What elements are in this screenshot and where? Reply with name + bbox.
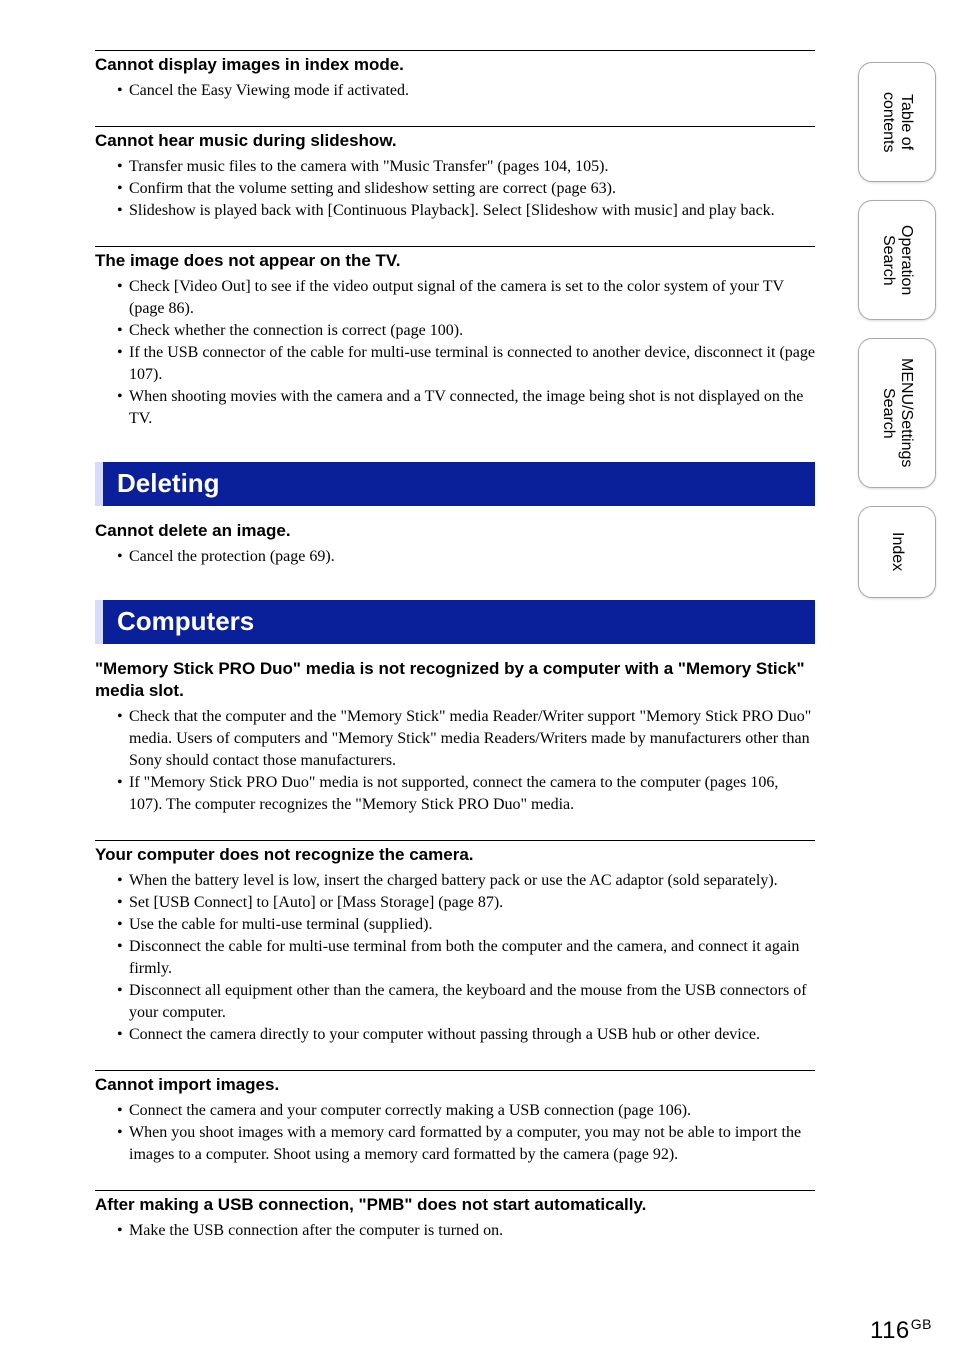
issue-list: Check that the computer and the "Memory …: [95, 706, 815, 816]
sidetab-label: MENU/Settings Search: [879, 358, 915, 467]
rule: [95, 126, 815, 127]
list-item: When you shoot images with a memory card…: [129, 1122, 815, 1166]
sidetab-label: Index: [888, 532, 906, 571]
issue-list: Cancel the Easy Viewing mode if activate…: [95, 80, 815, 102]
section-heading: Computers: [95, 600, 815, 644]
list-item: Use the cable for multi-use terminal (su…: [129, 914, 815, 936]
sidetab-menu-settings[interactable]: MENU/Settings Search: [858, 338, 936, 488]
issue-title: Cannot hear music during slideshow.: [95, 130, 815, 152]
list-item: Connect the camera and your computer cor…: [129, 1100, 815, 1122]
list-item: If "Memory Stick PRO Duo" media is not s…: [129, 772, 815, 816]
list-item: Check [Video Out] to see if the video ou…: [129, 276, 815, 320]
rule: [95, 246, 815, 247]
list-item: Cancel the protection (page 69).: [129, 546, 815, 568]
rule: [95, 50, 815, 51]
list-item: Check that the computer and the "Memory …: [129, 706, 815, 772]
list-item: Check whether the connection is correct …: [129, 320, 815, 342]
section-heading-wrap: Deleting: [95, 454, 815, 520]
issue-list: Cancel the protection (page 69).: [95, 546, 815, 568]
list-item: Slideshow is played back with [Continuou…: [129, 200, 815, 222]
list-item: Transfer music files to the camera with …: [129, 156, 815, 178]
rule: [95, 1070, 815, 1071]
list-item: Disconnect all equipment other than the …: [129, 980, 815, 1024]
sidetab-operation-search[interactable]: Operation Search: [858, 200, 936, 320]
side-tab-group: Table of contents Operation Search MENU/…: [858, 62, 936, 598]
page-content: Cannot display images in index mode. Can…: [95, 50, 815, 1242]
issue-list: When the battery level is low, insert th…: [95, 870, 815, 1046]
sidetab-toc[interactable]: Table of contents: [858, 62, 936, 182]
sidetab-label: Operation Search: [879, 225, 915, 295]
list-item: If the USB connector of the cable for mu…: [129, 342, 815, 386]
page-number: 116GB: [870, 1316, 932, 1345]
issue-title: Cannot import images.: [95, 1074, 815, 1096]
list-item: When the battery level is low, insert th…: [129, 870, 815, 892]
page-region: GB: [911, 1316, 932, 1332]
list-item: Connect the camera directly to your comp…: [129, 1024, 815, 1046]
section-heading: Deleting: [95, 462, 815, 506]
issue-list: Connect the camera and your computer cor…: [95, 1100, 815, 1166]
issue-list: Make the USB connection after the comput…: [95, 1220, 815, 1242]
issue-list: Check [Video Out] to see if the video ou…: [95, 276, 815, 430]
page-number-value: 116: [870, 1317, 910, 1344]
issue-title: "Memory Stick PRO Duo" media is not reco…: [95, 658, 815, 702]
list-item: Set [USB Connect] to [Auto] or [Mass Sto…: [129, 892, 815, 914]
list-item: Make the USB connection after the comput…: [129, 1220, 815, 1242]
list-item: Confirm that the volume setting and slid…: [129, 178, 815, 200]
sidetab-label: Table of contents: [879, 92, 915, 152]
list-item: When shooting movies with the camera and…: [129, 386, 815, 430]
issue-title: The image does not appear on the TV.: [95, 250, 815, 272]
issue-title: Your computer does not recognize the cam…: [95, 844, 815, 866]
sidetab-index[interactable]: Index: [858, 506, 936, 598]
list-item: Disconnect the cable for multi-use termi…: [129, 936, 815, 980]
issue-title: After making a USB connection, "PMB" doe…: [95, 1194, 815, 1216]
rule: [95, 1190, 815, 1191]
rule: [95, 840, 815, 841]
section-heading-wrap: Computers: [95, 592, 815, 658]
issue-list: Transfer music files to the camera with …: [95, 156, 815, 222]
list-item: Cancel the Easy Viewing mode if activate…: [129, 80, 815, 102]
issue-title: Cannot delete an image.: [95, 520, 815, 542]
issue-title: Cannot display images in index mode.: [95, 54, 815, 76]
